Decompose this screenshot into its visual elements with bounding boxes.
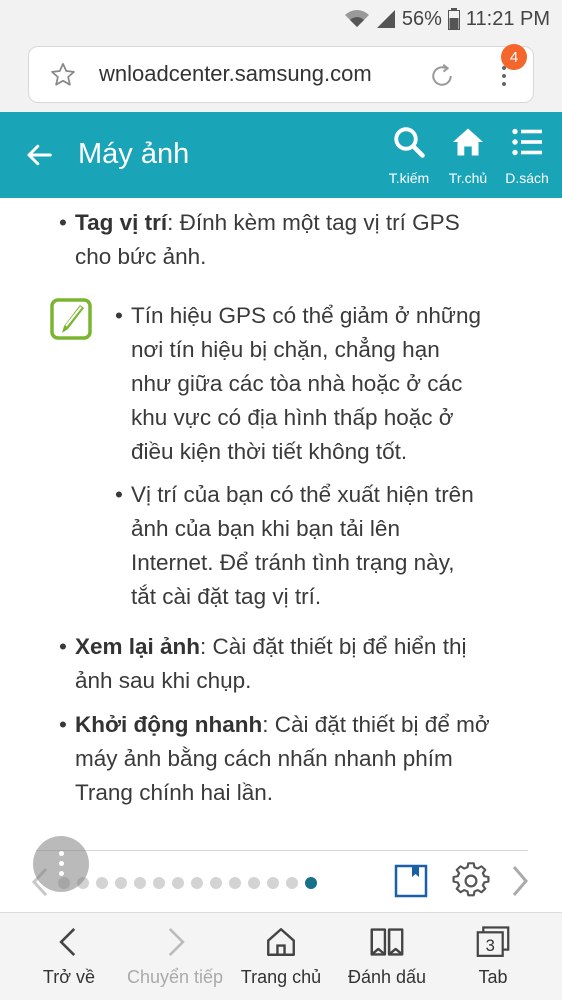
home-label: Tr.chủ [448, 170, 488, 186]
home-button[interactable]: Tr.chủ [439, 124, 497, 194]
nav-forward-button[interactable]: Chuyển tiếp [120, 925, 230, 988]
status-bar: 56% 11:21 PM [0, 0, 562, 38]
item-text: : Cài đặt thiết bị để hiển thị [200, 634, 467, 659]
search-button[interactable]: T.kiếm [380, 124, 438, 194]
list-label: D.sách [505, 170, 549, 186]
browser-toolbar: wnloadcenter.samsung.com 4 [0, 38, 562, 112]
battery-percent: 56% [401, 7, 442, 30]
page-dot[interactable] [96, 877, 108, 889]
app-bar: Máy ảnh T.kiếm Tr.chủ D.sách [0, 112, 562, 198]
item-text: Trang chính hai lần. [75, 780, 274, 805]
chevron-right-icon[interactable] [508, 864, 532, 898]
page-dot[interactable] [172, 877, 184, 889]
bottom-nav: Trở về Chuyển tiếp Trang chủ Đánh dấu 3 … [0, 912, 562, 1000]
bookmarks-icon [370, 928, 404, 956]
home-icon [267, 928, 295, 956]
back-icon [59, 927, 76, 957]
forward-icon [168, 927, 185, 957]
nav-forward-label: Chuyển tiếp [126, 967, 224, 987]
tab-count: 3 [486, 936, 495, 955]
page-dot[interactable] [210, 877, 222, 889]
nav-back-button[interactable]: Trở về [14, 925, 124, 988]
tabs-icon: 3 [476, 926, 510, 957]
star-icon[interactable] [49, 61, 77, 89]
list-item: • Xem lại ảnh: Cài đặt thiết bị để hiển … [59, 630, 467, 698]
list-item: • Tag vị trí: Đính kèm một tag vị trí GP… [59, 206, 460, 274]
search-label: T.kiếm [388, 170, 430, 186]
nav-bookmarks-button[interactable]: Đánh dấu [332, 925, 442, 988]
item-text: điều kiện thời tiết không tốt. [131, 439, 408, 464]
item-text: ảnh của bạn khi bạn tải lên [131, 516, 400, 541]
list-button[interactable]: D.sách [498, 124, 556, 194]
address-bar[interactable]: wnloadcenter.samsung.com 4 [28, 44, 534, 103]
item-text: máy ảnh bằng cách nhấn nhanh phím [75, 746, 453, 771]
item-text: cho bức ảnh. [75, 244, 207, 269]
page-dot[interactable] [305, 877, 317, 889]
item-text: khu vực có địa hình thấp hoặc ở [131, 405, 454, 430]
nav-bookmarks-label: Đánh dấu [347, 967, 427, 987]
item-term: Tag vị trí [75, 210, 168, 235]
gear-icon[interactable] [452, 862, 490, 900]
reload-icon[interactable] [427, 61, 457, 91]
signal-icon [376, 10, 395, 28]
status-icons: 56% 11:21 PM [344, 6, 550, 32]
item-text: như giữa các tòa nhà hoặc ở các [131, 371, 463, 396]
page-dot[interactable] [267, 877, 279, 889]
item-text: tắt cài đặt tag vị trí. [131, 584, 322, 609]
battery-icon [447, 8, 460, 30]
page-dot[interactable] [191, 877, 203, 889]
home-icon [453, 128, 483, 156]
wifi-icon [344, 10, 369, 27]
page-dot[interactable] [153, 877, 165, 889]
nav-tabs-button[interactable]: 3 Tab [438, 925, 548, 988]
list-icon [512, 128, 542, 156]
page-dot[interactable] [286, 877, 298, 889]
item-text: ảnh sau khi chụp. [75, 668, 252, 693]
page-dot[interactable] [115, 877, 127, 889]
page-dot[interactable] [134, 877, 146, 889]
floating-menu-button[interactable] [33, 836, 89, 892]
nav-back-label: Trở về [42, 967, 96, 987]
clock: 11:21 PM [465, 7, 550, 30]
item-term: Xem lại ảnh [75, 634, 201, 659]
list-item: • Vị trí của bạn có thể xuất hiện trên ả… [115, 478, 474, 614]
nav-home-label: Trang chủ [240, 967, 322, 987]
note-icon [50, 298, 92, 340]
item-text: nơi tín hiệu bị chặn, chẳng hạn [131, 337, 440, 362]
nav-tabs-label: Tab [478, 967, 508, 987]
page-indicator [58, 877, 317, 889]
bookmark-icon[interactable] [394, 864, 428, 898]
item-text: Internet. Để tránh tình trạng này, [131, 550, 455, 575]
notification-badge: 4 [501, 44, 527, 70]
item-term: Khởi động nhanh [75, 712, 263, 737]
page-title: Máy ảnh [78, 138, 190, 170]
search-icon [394, 127, 425, 158]
back-arrow-icon[interactable] [24, 140, 54, 170]
item-text: : Cài đặt thiết bị để mở [262, 712, 490, 737]
list-item: • Tín hiệu GPS có thể giảm ở những nơi t… [115, 299, 482, 469]
nav-home-button[interactable]: Trang chủ [226, 925, 336, 988]
url-text[interactable]: wnloadcenter.samsung.com [99, 61, 429, 87]
item-text: : Đính kèm một tag vị trí GPS [167, 210, 460, 235]
divider [36, 850, 528, 851]
item-text: Tín hiệu GPS có thể giảm ở những [131, 303, 482, 328]
page-dot[interactable] [229, 877, 241, 889]
list-item: • Khởi động nhanh: Cài đặt thiết bị để m… [59, 708, 490, 810]
item-text: Vị trí của bạn có thể xuất hiện trên [131, 482, 474, 507]
page-dot[interactable] [248, 877, 260, 889]
article-content: • Tag vị trí: Đính kèm một tag vị trí GP… [0, 198, 562, 848]
